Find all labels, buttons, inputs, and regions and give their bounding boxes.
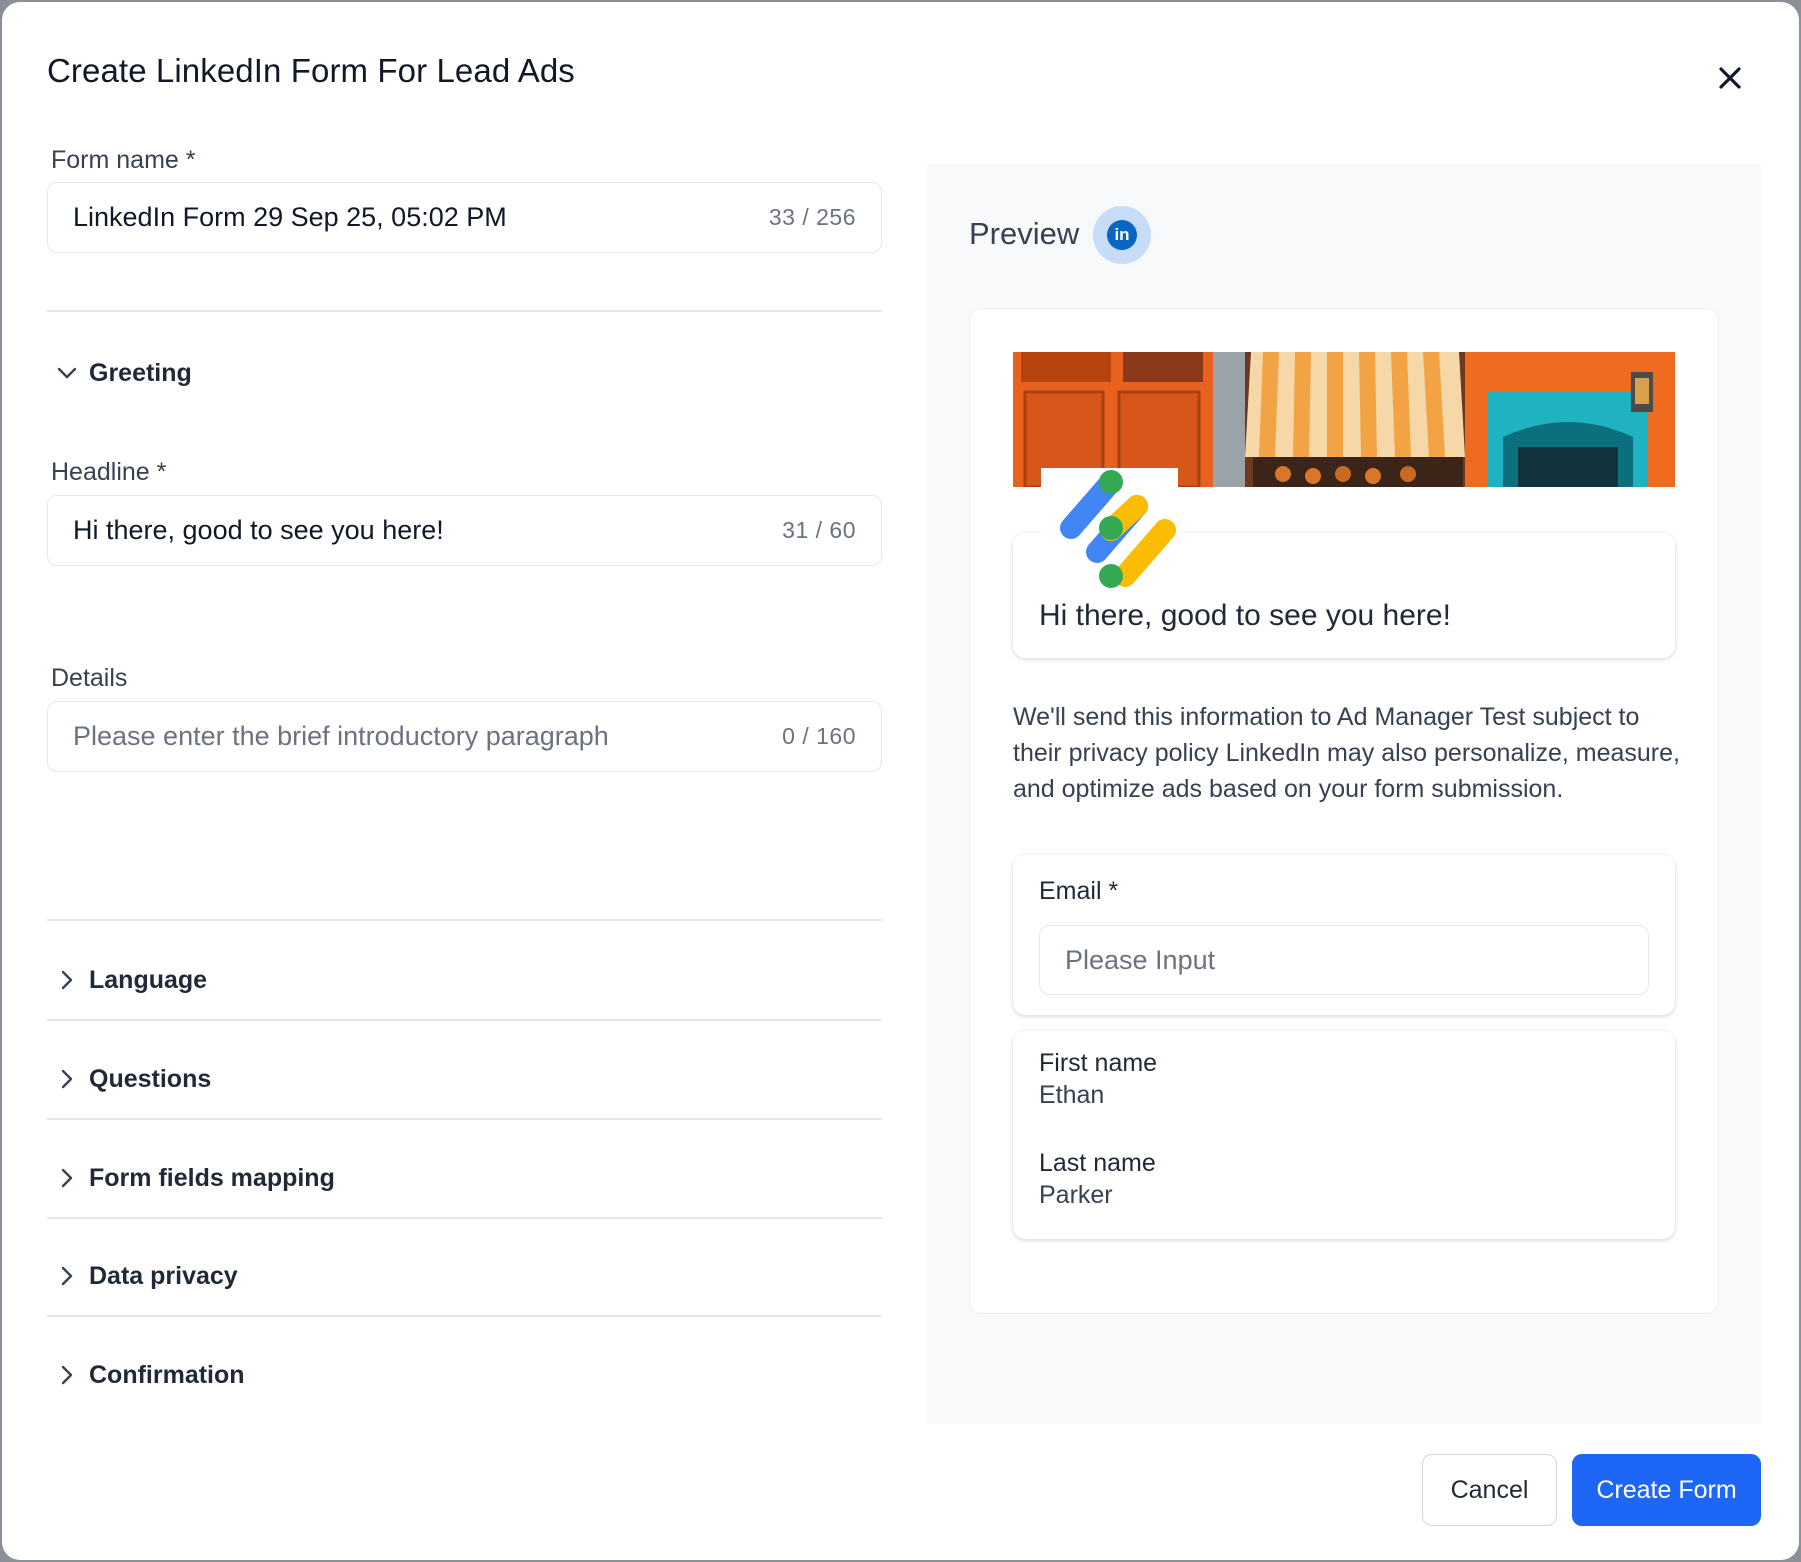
form-name-label: Form name * xyxy=(51,146,196,174)
create-form-button[interactable]: Create Form xyxy=(1572,1454,1761,1526)
close-icon[interactable] xyxy=(1712,60,1748,96)
preview-card: Hi there, good to see you here! We'll se… xyxy=(969,308,1719,1314)
divider xyxy=(47,1019,882,1021)
chevron-right-icon xyxy=(49,1357,85,1393)
first-name-label: First name xyxy=(1039,1049,1158,1077)
preview-title: Preview xyxy=(969,216,1080,251)
banner-image xyxy=(1013,352,1675,487)
email-label: Email * xyxy=(1039,877,1119,905)
last-name-label: Last name xyxy=(1039,1149,1156,1177)
chevron-right-icon xyxy=(49,962,85,998)
chevron-right-icon xyxy=(49,1160,85,1196)
first-name-value: Ethan xyxy=(1039,1081,1105,1109)
section-greeting[interactable]: Greeting xyxy=(47,343,882,403)
last-name-value: Parker xyxy=(1039,1181,1113,1209)
form-name-input[interactable]: LinkedIn Form 29 Sep 25, 05:02 PM 33 / 2… xyxy=(47,182,882,253)
email-input[interactable]: Please Input xyxy=(1039,925,1649,995)
section-language[interactable]: Language xyxy=(47,950,882,1010)
section-data-privacy[interactable]: Data privacy xyxy=(47,1246,882,1306)
email-card: Email * Please Input xyxy=(1013,855,1675,1015)
details-label: Details xyxy=(51,664,128,692)
divider xyxy=(47,310,882,312)
section-label: Confirmation xyxy=(89,1360,245,1389)
form-name-counter: 33 / 256 xyxy=(768,204,856,230)
section-label: Questions xyxy=(89,1064,212,1093)
section-questions[interactable]: Questions xyxy=(47,1049,882,1109)
section-label: Form fields mapping xyxy=(89,1163,335,1192)
divider xyxy=(47,1315,882,1317)
name-card: First name Ethan Last name Parker xyxy=(1013,1031,1675,1239)
section-label: Greeting xyxy=(89,358,192,387)
divider xyxy=(47,1118,882,1120)
advertiser-logo xyxy=(1041,468,1178,598)
privacy-disclaimer: We'll send this information to Ad Manage… xyxy=(1013,703,1680,803)
modal-title: Create LinkedIn Form For Lead Ads xyxy=(47,52,575,89)
chevron-right-icon xyxy=(49,1061,85,1097)
divider xyxy=(47,1217,882,1219)
form-name-value: LinkedIn Form 29 Sep 25, 05:02 PM xyxy=(73,202,507,232)
chevron-right-icon xyxy=(49,1258,85,1294)
details-input[interactable]: Please enter the brief introductory para… xyxy=(47,701,882,772)
headline-label: Headline * xyxy=(51,458,167,486)
headline-value: Hi there, good to see you here! xyxy=(73,515,444,545)
create-form-modal: Create LinkedIn Form For Lead Ads Form n… xyxy=(2,2,1799,1560)
headline-counter: 31 / 60 xyxy=(782,517,856,543)
section-label: Language xyxy=(89,965,208,994)
details-placeholder: Please enter the brief introductory para… xyxy=(73,721,609,751)
linkedin-badge-text: in xyxy=(1107,220,1137,250)
divider xyxy=(47,919,882,921)
cancel-button[interactable]: Cancel xyxy=(1422,1454,1557,1526)
section-label: Data privacy xyxy=(89,1261,238,1290)
section-form-fields-mapping[interactable]: Form fields mapping xyxy=(47,1148,882,1208)
linkedin-icon: in xyxy=(1093,206,1151,264)
chevron-down-icon xyxy=(49,355,85,391)
details-counter: 0 / 160 xyxy=(782,723,856,749)
headline-input[interactable]: Hi there, good to see you here! 31 / 60 xyxy=(47,495,882,566)
preview-panel: Preview in Hi there, good to see you her… xyxy=(927,164,1761,1424)
preview-headline: Hi there, good to see you here! xyxy=(1039,599,1451,632)
section-confirmation[interactable]: Confirmation xyxy=(47,1345,882,1405)
